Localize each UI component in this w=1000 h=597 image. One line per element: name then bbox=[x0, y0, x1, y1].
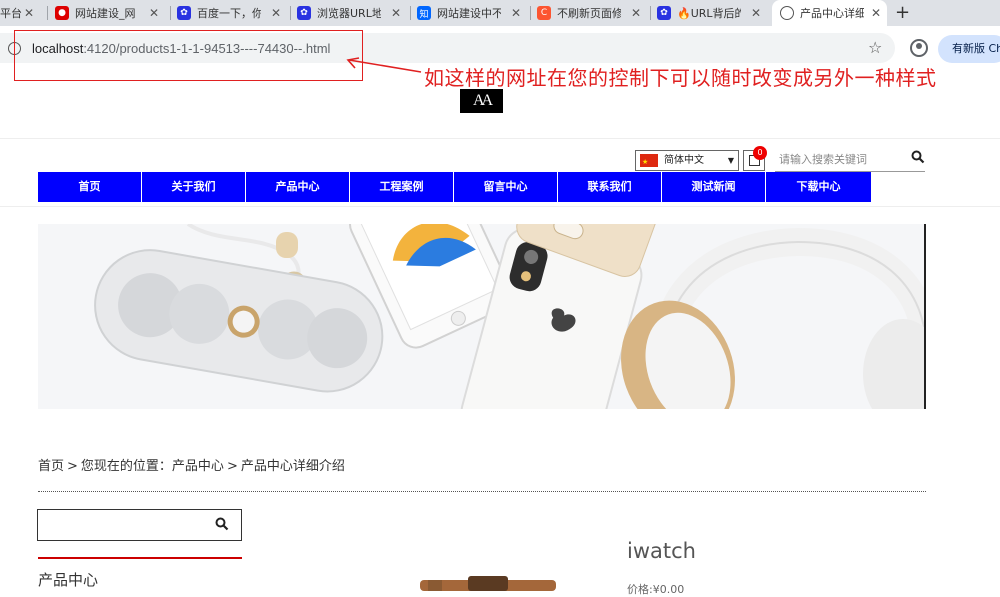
site-logo[interactable]: AA bbox=[460, 89, 503, 113]
tab-6[interactable]: C 不刷新页面修 ✕ bbox=[537, 0, 647, 26]
breadcrumb-location[interactable]: 您现在的位置：产品中心 bbox=[81, 459, 224, 474]
close-icon[interactable]: ✕ bbox=[149, 6, 159, 20]
search-icon[interactable] bbox=[911, 150, 925, 164]
profile-icon[interactable] bbox=[910, 39, 928, 57]
nav-item-about[interactable]: 关于我们 bbox=[142, 172, 246, 202]
close-icon[interactable]: ✕ bbox=[871, 6, 881, 20]
annotation-arrow-icon bbox=[346, 57, 422, 73]
close-icon[interactable]: ✕ bbox=[271, 6, 281, 20]
weibo-icon: ● bbox=[55, 6, 69, 20]
baidu-icon: ✿ bbox=[177, 6, 191, 20]
sidebar-accent-line bbox=[38, 557, 242, 559]
tab-title: 浏览器URL地 bbox=[317, 7, 381, 20]
nav-item-messages[interactable]: 留言中心 bbox=[454, 172, 558, 202]
breadcrumb-separator: > bbox=[67, 459, 78, 474]
breadcrumb-current: 产品中心详细介绍 bbox=[240, 459, 345, 474]
close-icon[interactable]: ✕ bbox=[24, 6, 34, 20]
nav-item-downloads[interactable]: 下载中心 bbox=[766, 172, 871, 202]
main-nav: 首页 关于我们 产品中心 工程案例 留言中心 联系我们 测试新闻 下载中心 bbox=[38, 172, 872, 202]
close-icon[interactable]: ✕ bbox=[631, 6, 641, 20]
tab-title: 产品中心详细 bbox=[800, 7, 864, 20]
language-select[interactable]: 简体中文 ▼ bbox=[635, 150, 739, 172]
breadcrumb-home-link[interactable]: 首页 bbox=[38, 459, 64, 474]
sidebar-search-input[interactable] bbox=[37, 509, 242, 541]
breadcrumb-separator: > bbox=[226, 459, 238, 474]
tab-2[interactable]: ● 网站建设_网 ✕ bbox=[55, 0, 165, 26]
cart-count-badge: 0 bbox=[753, 146, 767, 160]
breadcrumb: 首页 > 您现在的位置：产品中心 > 产品中心详细介绍 bbox=[38, 455, 348, 474]
search-icon[interactable] bbox=[215, 517, 229, 531]
dotted-divider bbox=[38, 491, 926, 492]
product-image[interactable] bbox=[418, 574, 558, 591]
tab-bar: 平台 ✕ ● 网站建设_网 ✕ ✿ 百度一下，你 ✕ ✿ 浏览器URL地 ✕ 知… bbox=[0, 0, 1000, 26]
china-flag-icon bbox=[640, 153, 658, 172]
baidu-icon: ✿ bbox=[297, 6, 311, 20]
tab-title: 🔥URL背后的 bbox=[677, 7, 741, 20]
tab-title: 不刷新页面修 bbox=[557, 7, 621, 20]
caret-down-icon: ▼ bbox=[727, 156, 734, 165]
url-highlight-box bbox=[14, 30, 363, 81]
nav-item-products[interactable]: 产品中心 bbox=[246, 172, 350, 202]
tab-3[interactable]: ✿ 百度一下，你 ✕ bbox=[177, 0, 287, 26]
tab-title: 平台 bbox=[0, 7, 22, 20]
annotation-text: 如这样的网址在您的控制下可以随时改变成另外一种样式 bbox=[424, 66, 937, 90]
banner-image bbox=[38, 224, 926, 409]
divider bbox=[0, 138, 1000, 139]
tab-title: 网站建设中不 bbox=[437, 7, 501, 20]
nav-item-cases[interactable]: 工程案例 bbox=[350, 172, 454, 202]
tab-7[interactable]: ✿ 🔥URL背后的 ✕ bbox=[657, 0, 767, 26]
tab-4[interactable]: ✿ 浏览器URL地 ✕ bbox=[297, 0, 407, 26]
baidu-icon: ✿ bbox=[657, 6, 671, 20]
close-icon[interactable]: ✕ bbox=[751, 6, 761, 20]
tab-8-active[interactable]: 产品中心详细 ✕ bbox=[772, 0, 887, 26]
nav-item-news[interactable]: 测试新闻 bbox=[662, 172, 766, 202]
zhihu-icon: 知 bbox=[417, 6, 431, 20]
close-icon[interactable]: ✕ bbox=[391, 6, 401, 20]
divider bbox=[0, 206, 1000, 207]
update-button[interactable]: 有新版 Ch bbox=[938, 35, 1000, 63]
site-search-input[interactable] bbox=[775, 148, 925, 172]
sidebar-title: 产品中心 bbox=[38, 571, 99, 589]
product-price: 价格:¥0.00 bbox=[627, 583, 685, 596]
globe-icon bbox=[780, 6, 794, 20]
close-icon[interactable]: ✕ bbox=[511, 6, 521, 20]
new-tab-button[interactable]: + bbox=[895, 2, 910, 23]
nav-item-contact[interactable]: 联系我们 bbox=[558, 172, 662, 202]
nav-item-home[interactable]: 首页 bbox=[38, 172, 142, 202]
tab-title: 百度一下，你 bbox=[197, 7, 261, 20]
product-name: iwatch bbox=[627, 539, 696, 563]
tab-5[interactable]: 知 网站建设中不 ✕ bbox=[417, 0, 527, 26]
csdn-icon: C bbox=[537, 6, 551, 20]
language-label: 简体中文 bbox=[664, 155, 704, 166]
tab-title: 网站建设_网 bbox=[75, 7, 136, 20]
tab-1[interactable]: 平台 ✕ bbox=[0, 0, 40, 26]
star-icon[interactable]: ☆ bbox=[868, 38, 882, 57]
